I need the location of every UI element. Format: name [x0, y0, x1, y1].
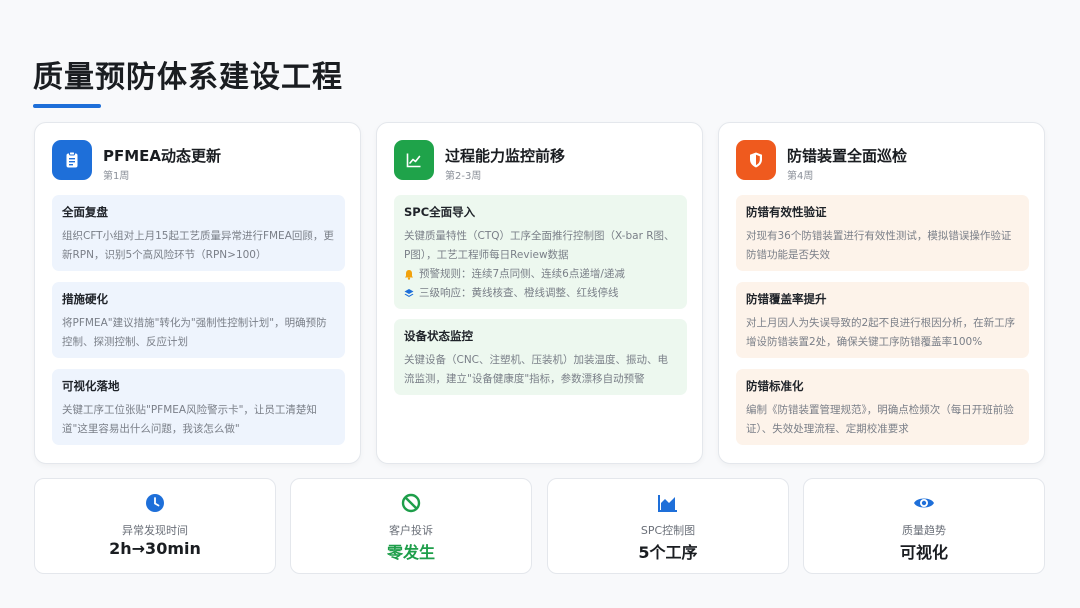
card-poka-yoke: 防错装置全面巡检 第4周 防错有效性验证 对现有36个防错装置进行有效性测试，模…	[718, 122, 1045, 464]
stat-value: 5个工序	[638, 543, 698, 562]
info-block: SPC全面导入 关键质量特性（CTQ）工序全面推行控制图（X-bar R图、P图…	[394, 195, 687, 309]
block-heading: 全面复盘	[62, 205, 108, 219]
eye-icon	[804, 493, 1044, 515]
layers-icon	[404, 288, 419, 299]
info-block: 防错覆盖率提升 对上月因人为失误导致的2起不良进行根因分析，在新工序增设防错装置…	[736, 282, 1029, 358]
stat-value: 零发生	[386, 543, 435, 562]
card-spc: 过程能力监控前移 第2-3周 SPC全面导入 关键质量特性（CTQ）工序全面推行…	[376, 122, 703, 464]
clock-icon	[35, 493, 275, 515]
info-block: 全面复盘 组织CFT小组对上月15起工艺质量异常进行FMEA回顾，更新RPN，识…	[52, 195, 345, 271]
info-block: 防错有效性验证 对现有36个防错装置进行有效性测试，模拟错误操作验证防错功能是否…	[736, 195, 1029, 271]
card-title: 过程能力监控前移	[445, 147, 566, 165]
clipboard-icon	[52, 140, 92, 180]
info-block: 防错标准化 编制《防错装置管理规范》，明确点检频次（每日开班前验证）、失效处理流…	[736, 369, 1029, 445]
area-chart-icon	[548, 493, 788, 515]
card-pfmea: PFMEA动态更新 第1周 全面复盘 组织CFT小组对上月15起工艺质量异常进行…	[34, 122, 361, 464]
stat-card-quality-trend: 质量趋势 可视化	[803, 478, 1045, 574]
bell-icon	[404, 269, 419, 280]
card-title: 防错装置全面巡检	[787, 147, 908, 165]
bullet-item: 预警规则：连续7点同侧、连续6点递增/递减	[404, 265, 677, 284]
bullet-item: 三级响应：黄线核查、橙线调整、红线停线	[404, 284, 677, 303]
block-heading: 可视化落地	[62, 379, 120, 393]
block-heading: 防错有效性验证	[746, 205, 827, 219]
stat-value: 可视化	[899, 543, 948, 562]
block-text: 关键工序工位张贴"PFMEA风险警示卡"，让员工清楚知道"这里容易出什么问题，我…	[62, 404, 317, 435]
block-heading: 防错标准化	[746, 379, 804, 393]
block-text: 组织CFT小组对上月15起工艺质量异常进行FMEA回顾，更新RPN，识别5个高风…	[62, 230, 334, 261]
stat-card-detection-time: 异常发现时间 2h→30min	[34, 478, 276, 574]
stat-card-spc: SPC控制图 5个工序	[547, 478, 789, 574]
title-underline	[33, 104, 101, 108]
bullet-text: 三级响应：黄线核查、橙线调整、红线停线	[419, 287, 619, 299]
card-subtitle: 第1周	[103, 171, 130, 182]
info-block: 设备状态监控 关键设备（CNC、注塑机、压装机）加装温度、振动、电流监测，建立"…	[394, 319, 687, 395]
card-subtitle: 第2-3周	[445, 171, 482, 182]
block-text: 关键质量特性（CTQ）工序全面推行控制图（X-bar R图、P图），工艺工程师每…	[404, 230, 675, 261]
info-block: 可视化落地 关键工序工位张贴"PFMEA风险警示卡"，让员工清楚知道"这里容易出…	[52, 369, 345, 445]
block-heading: SPC全面导入	[404, 205, 476, 219]
stat-label: 质量趋势	[902, 524, 946, 537]
info-block: 措施硬化 将PFMEA"建议措施"转化为"强制性控制计划"，明确预防控制、探测控…	[52, 282, 345, 358]
card-title: PFMEA动态更新	[103, 147, 222, 165]
block-heading: 防错覆盖率提升	[746, 292, 827, 306]
block-heading: 设备状态监控	[404, 329, 473, 343]
block-text: 关键设备（CNC、注塑机、压装机）加装温度、振动、电流监测，建立"设备健康度"指…	[404, 354, 669, 385]
block-text: 将PFMEA"建议措施"转化为"强制性控制计划"，明确预防控制、探测控制、反应计…	[62, 317, 327, 348]
block-text: 编制《防错装置管理规范》，明确点检频次（每日开班前验证）、失效处理流程、定期校准…	[746, 404, 1014, 435]
stat-value: 2h→30min	[109, 539, 201, 558]
line-chart-icon	[394, 140, 434, 180]
stat-label: 异常发现时间	[122, 524, 188, 537]
stat-card-complaints: 客户投诉 零发生	[290, 478, 532, 574]
bullet-text: 预警规则：连续7点同侧、连续6点递增/递减	[419, 268, 625, 280]
stat-label: SPC控制图	[640, 524, 696, 537]
stat-label: 客户投诉	[389, 524, 433, 537]
page-title: 质量预防体系建设工程	[33, 60, 343, 95]
block-heading: 措施硬化	[62, 292, 108, 306]
block-text: 对现有36个防错装置进行有效性测试，模拟错误操作验证防错功能是否失效	[746, 230, 1012, 261]
block-text: 对上月因人为失误导致的2起不良进行根因分析，在新工序增设防错装置2处，确保关键工…	[746, 317, 1016, 348]
shield-icon	[736, 140, 776, 180]
no-entry-icon	[291, 493, 531, 515]
card-subtitle: 第4周	[787, 171, 814, 182]
